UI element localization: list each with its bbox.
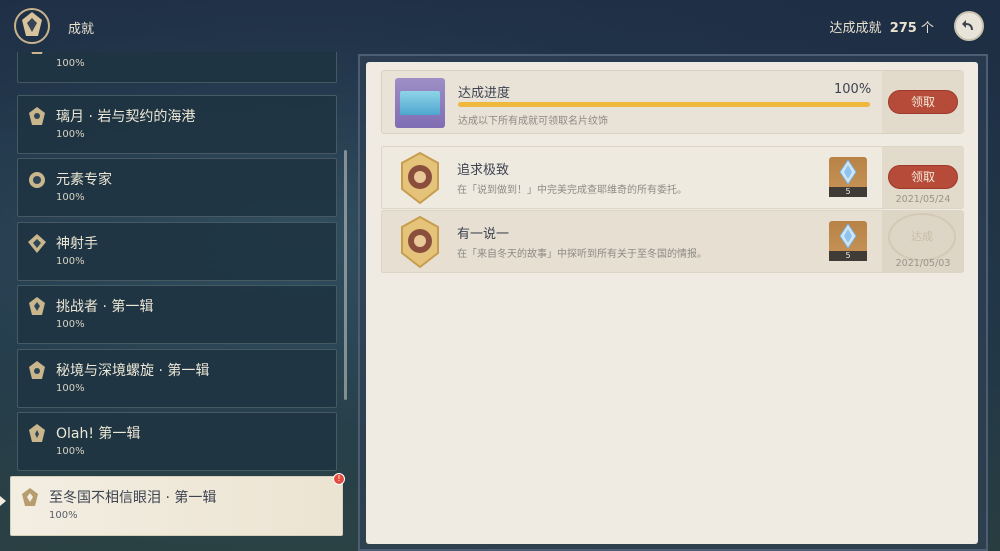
sidebar-item-label: 秘境与深境螺旋 · 第一辑	[56, 363, 210, 379]
achievement-emblem-icon	[12, 6, 52, 46]
progress-title: 达成进度	[458, 86, 511, 101]
progress-description: 达成以下所有成就可领取名片纹饰	[458, 116, 608, 127]
header: 成就 达成成就 275 个	[0, 0, 1000, 52]
reward-count: 5	[829, 251, 867, 261]
achievement-badge-icon	[394, 151, 446, 205]
achievement-date: 2021/05/24	[895, 194, 951, 205]
sidebar-item-label: 神射手	[56, 236, 98, 252]
claim-reward-button[interactable]: 领取	[888, 165, 958, 189]
sidebar-item[interactable]: Olah! 第一辑 100%	[17, 412, 337, 471]
sidebar-item-label: 璃月 · 岩与契约的海港	[56, 109, 196, 125]
category-emblem-icon	[27, 52, 47, 57]
achievement-action-area: 达成 2021/05/03	[882, 211, 964, 272]
sidebar-item-label: 元素专家	[56, 172, 112, 188]
primogem-icon	[839, 159, 857, 185]
sidebar-item-percent: 100%	[56, 446, 85, 457]
sidebar-item[interactable]: 秘境与深境螺旋 · 第一辑 100%	[17, 349, 337, 408]
sidebar-item[interactable]: 100%	[17, 52, 337, 83]
back-arrow-icon	[962, 20, 973, 30]
progress-bar	[458, 102, 870, 107]
reward-count: 5	[829, 187, 867, 197]
sidebar-item[interactable]: 璃月 · 岩与契约的海港 100%	[17, 95, 337, 154]
sidebar-item-percent: 100%	[56, 129, 85, 140]
progress-bar-fill	[458, 102, 870, 107]
sidebar-item-percent: 100%	[56, 319, 85, 330]
sidebar-item-percent: 100%	[56, 192, 85, 203]
progress-card: 达成进度 100% 达成以下所有成就可领取名片纹饰 领取	[381, 70, 964, 134]
category-emblem-icon	[27, 423, 47, 445]
progress-percent: 100%	[834, 82, 872, 97]
achievement-action-area: 领取 2021/05/24	[882, 147, 964, 208]
achievement-date: 2021/05/03	[895, 258, 951, 269]
back-button[interactable]	[954, 11, 984, 41]
sidebar-item-selected[interactable]: 至冬国不相信眼泪 · 第一辑 100% !	[10, 473, 345, 536]
primogem-icon	[839, 223, 857, 249]
category-emblem-icon	[20, 487, 40, 509]
category-emblem-icon	[27, 233, 47, 255]
achievement-row: 追求极致 在「说到做到！」中完美完成查耶维奇的所有委托。 5 领取 2021/0…	[381, 146, 964, 209]
total-label: 达成成就	[829, 21, 882, 36]
claim-namecard-button[interactable]: 领取	[888, 90, 958, 114]
achievement-badge-icon	[394, 215, 446, 269]
achievement-name: 追求极致	[457, 163, 510, 178]
category-emblem-icon	[27, 106, 47, 128]
achievement-total: 达成成就 275 个	[830, 17, 934, 36]
sidebar-item-percent: 100%	[56, 383, 85, 394]
primogem-reward: 5	[829, 221, 867, 261]
achievement-row: 有一说一 在「来自冬天的故事」中探听到所有关于至冬国的情报。 5 达成 2021…	[381, 210, 964, 273]
achievement-name: 有一说一	[457, 227, 510, 242]
sidebar-item[interactable]: 神射手 100%	[17, 222, 337, 281]
total-unit: 个	[920, 21, 934, 36]
primogem-reward: 5	[829, 157, 867, 197]
category-sidebar[interactable]: 100% 璃月 · 岩与契约的海港 100% 元素专家 100% 神射手 100…	[0, 52, 345, 551]
category-emblem-icon	[27, 360, 47, 382]
sidebar-item-label: 至冬国不相信眼泪 · 第一辑	[49, 490, 217, 506]
achievement-description: 在「说到做到！」中完美完成查耶维奇的所有委托。	[457, 185, 687, 196]
progress-action-area: 领取	[882, 71, 964, 133]
alert-badge: !	[333, 473, 345, 485]
namecard-icon	[395, 78, 445, 128]
sidebar-item-label: Olah! 第一辑	[56, 426, 141, 442]
sidebar-item-percent: 100%	[49, 510, 78, 521]
sidebar-item[interactable]: 挑战者 · 第一辑 100%	[17, 285, 337, 344]
sidebar-item-label: 挑战者 · 第一辑	[56, 299, 154, 315]
achievement-panel	[366, 62, 978, 544]
sidebar-item-percent: 100%	[56, 256, 85, 267]
sidebar-item-percent: 100%	[56, 58, 85, 69]
page-title: 成就	[68, 22, 95, 37]
achievement-description: 在「来自冬天的故事」中探听到所有关于至冬国的情报。	[457, 249, 707, 260]
total-count: 275	[889, 21, 917, 36]
selection-pointer-icon	[0, 496, 6, 506]
sidebar-scrollbar[interactable]	[344, 150, 347, 400]
sidebar-item[interactable]: 元素专家 100%	[17, 158, 337, 217]
category-emblem-icon	[27, 169, 47, 191]
category-emblem-icon	[27, 296, 47, 318]
completed-stamp: 达成	[888, 213, 956, 261]
